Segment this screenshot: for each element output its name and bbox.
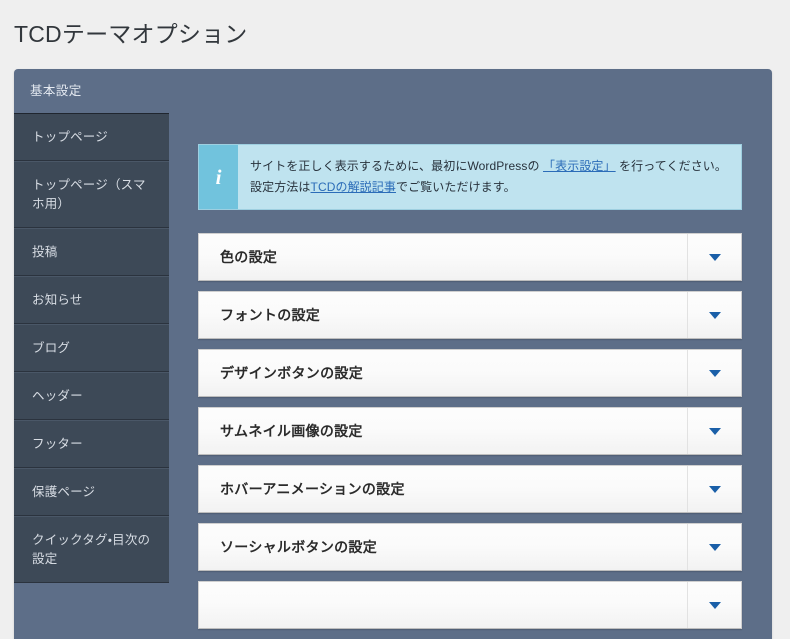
accordion-panel-social-button-settings[interactable]: ソーシャルボタンの設定 bbox=[198, 523, 742, 571]
accordion-panel-font-settings[interactable]: フォントの設定 bbox=[198, 291, 742, 339]
settings-content: i サイトを正しく表示するために、最初にWordPressの 「表示設定」 を行… bbox=[169, 113, 772, 639]
info-notice: i サイトを正しく表示するために、最初にWordPressの 「表示設定」 を行… bbox=[198, 144, 742, 210]
sidebar-item-label: ブログ bbox=[32, 341, 71, 355]
chevron-down-icon[interactable] bbox=[687, 234, 741, 280]
accordion-panel-next[interactable] bbox=[198, 581, 742, 629]
sidebar-item-post[interactable]: 投稿 bbox=[14, 228, 169, 276]
panel-title: 色の設定 bbox=[220, 249, 278, 265]
theme-options-panel: 基本設定 トップページ トップページ（スマホ用） 投稿 お知らせ ブログ ヘッダ… bbox=[14, 69, 772, 639]
accordion-panel-hover-animation-settings[interactable]: ホバーアニメーションの設定 bbox=[198, 465, 742, 513]
panel-body: トップページ トップページ（スマホ用） 投稿 お知らせ ブログ ヘッダー フッタ… bbox=[14, 113, 772, 639]
info-icon-glyph: i bbox=[215, 164, 222, 189]
panel-title: フォントの設定 bbox=[220, 307, 321, 323]
info-notice-text: サイトを正しく表示するために、最初にWordPressの 「表示設定」 を行って… bbox=[238, 145, 741, 209]
tcd-guide-link[interactable]: TCDの解説記事 bbox=[311, 180, 396, 194]
panel-title: デザインボタンの設定 bbox=[220, 365, 363, 381]
sidebar-item-label: お知らせ bbox=[32, 293, 83, 307]
chevron-down-icon[interactable] bbox=[687, 408, 741, 454]
panel-title: ホバーアニメーションの設定 bbox=[220, 481, 405, 497]
sidebar-item-top-page-mobile[interactable]: トップページ（スマホ用） bbox=[14, 161, 169, 228]
notice-text-part-3: でご覧いただけます。 bbox=[395, 180, 516, 194]
sidebar-item-label: クイックタグ・目次の設定 bbox=[32, 533, 151, 566]
sidebar-item-label: トップページ bbox=[32, 130, 108, 144]
sidebar-item-quicktag-toc[interactable]: クイックタグ・目次の設定 bbox=[14, 516, 169, 583]
sidebar-item-blog[interactable]: ブログ bbox=[14, 324, 169, 372]
sidebar-item-top-page[interactable]: トップページ bbox=[14, 114, 169, 161]
chevron-down-icon[interactable] bbox=[687, 350, 741, 396]
sidebar: トップページ トップページ（スマホ用） 投稿 お知らせ ブログ ヘッダー フッタ… bbox=[14, 113, 169, 583]
chevron-down-icon[interactable] bbox=[687, 292, 741, 338]
accordion-panel-color-settings[interactable]: 色の設定 bbox=[198, 233, 742, 281]
notice-text-part-1: サイトを正しく表示するために、最初にWordPressの bbox=[250, 159, 544, 173]
sidebar-item-label: 投稿 bbox=[32, 245, 58, 259]
panel-title: ソーシャルボタンの設定 bbox=[220, 539, 378, 555]
tab-basic-settings[interactable]: 基本設定 bbox=[30, 83, 82, 99]
info-icon: i bbox=[199, 145, 238, 209]
sidebar-item-label: フッター bbox=[32, 437, 83, 451]
chevron-down-icon[interactable] bbox=[687, 466, 741, 512]
sidebar-item-footer[interactable]: フッター bbox=[14, 420, 169, 468]
sidebar-item-label: ヘッダー bbox=[32, 389, 83, 403]
sidebar-item-header[interactable]: ヘッダー bbox=[14, 372, 169, 420]
accordion-panel-thumbnail-settings[interactable]: サムネイル画像の設定 bbox=[198, 407, 742, 455]
tab-bar: 基本設定 bbox=[14, 69, 772, 113]
sidebar-item-label: 保護ページ bbox=[32, 485, 96, 499]
chevron-down-icon[interactable] bbox=[687, 524, 741, 570]
display-settings-link[interactable]: 「表示設定」 bbox=[543, 159, 616, 173]
chevron-down-icon[interactable] bbox=[687, 582, 741, 628]
accordion-panel-design-button-settings[interactable]: デザインボタンの設定 bbox=[198, 349, 742, 397]
sidebar-item-label: トップページ（スマホ用） bbox=[32, 178, 146, 211]
sidebar-item-news[interactable]: お知らせ bbox=[14, 276, 169, 324]
panel-title: サムネイル画像の設定 bbox=[220, 423, 363, 439]
sidebar-item-protected-page[interactable]: 保護ページ bbox=[14, 468, 169, 516]
page-title: TCDテーマオプション bbox=[14, 21, 248, 47]
